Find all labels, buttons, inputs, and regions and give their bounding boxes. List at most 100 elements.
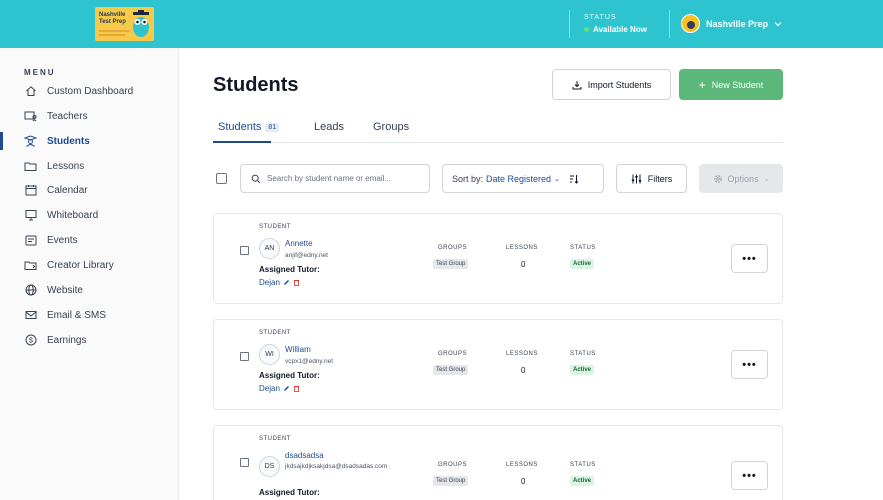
- lessons-column-label: LESSONS: [506, 462, 538, 468]
- ellipsis-icon: •••: [742, 469, 757, 482]
- tab-label: Groups: [373, 121, 410, 133]
- download-icon: [572, 80, 582, 89]
- sidebar-item-events[interactable]: Events: [0, 229, 178, 251]
- sidebar-item-label: Website: [47, 284, 83, 296]
- tab-count-badge: 81: [265, 123, 280, 132]
- sidebar-item-label: Whiteboard: [47, 209, 99, 221]
- sliders-icon: [631, 174, 641, 183]
- select-all-checkbox[interactable]: [216, 173, 227, 184]
- import-students-button[interactable]: Import Students: [552, 69, 671, 100]
- more-actions-button[interactable]: •••: [731, 244, 768, 273]
- status-column-label: STATUS: [570, 245, 596, 251]
- tabs-bar: Students 81 Leads Groups: [213, 116, 783, 143]
- assigned-tutor-label: Assigned Tutor:: [259, 371, 320, 380]
- library-icon: [24, 259, 37, 272]
- trash-icon[interactable]: [293, 279, 300, 286]
- pencil-icon[interactable]: [283, 385, 290, 392]
- options-label: Options: [727, 173, 759, 184]
- group-badge: Test Group: [433, 476, 469, 486]
- sidebar-item-label: Students: [47, 135, 90, 147]
- lessons-column-label: LESSONS: [506, 245, 538, 251]
- sidebar-item-calendar[interactable]: Calendar: [0, 179, 178, 201]
- tutor-name-link[interactable]: Dejan: [259, 384, 280, 393]
- sidebar-item-label: Email & SMS: [47, 309, 106, 321]
- options-button[interactable]: Options ⌄: [699, 164, 783, 193]
- sidebar-item-label: Earnings: [47, 334, 87, 346]
- status-badge: Active: [570, 259, 595, 269]
- student-email: vcpx1@edny.net: [285, 358, 334, 365]
- sidebar-item-whiteboard[interactable]: Whiteboard: [0, 204, 178, 226]
- sidebar: MENU Custom Dashboard Teachers Students …: [0, 48, 179, 500]
- filters-label: Filters: [647, 173, 673, 184]
- dollar-icon: $: [24, 334, 37, 347]
- new-student-label: New Student: [711, 79, 764, 90]
- row-checkbox[interactable]: [240, 246, 249, 255]
- assigned-tutor: Dejan: [259, 384, 300, 393]
- sidebar-item-email-sms[interactable]: Email & SMS: [0, 304, 178, 326]
- sort-label: Sort by:: [452, 173, 484, 184]
- tab-leads[interactable]: Leads: [314, 121, 344, 133]
- search-input[interactable]: [267, 174, 417, 183]
- logo[interactable]: Nashville Test Prep: [95, 7, 154, 41]
- sort-direction-icon[interactable]: [569, 174, 579, 184]
- whiteboard-icon: [24, 209, 37, 222]
- student-column-label: STUDENT: [259, 330, 291, 336]
- tutor-name-link[interactable]: Dejan: [259, 278, 280, 287]
- row-checkbox[interactable]: [240, 458, 249, 467]
- sidebar-item-creator-library[interactable]: Creator Library: [0, 254, 178, 276]
- sidebar-item-label: Events: [47, 234, 78, 246]
- owl-mascot-icon: [133, 10, 149, 37]
- sort-dropdown[interactable]: Sort by: Date Registered ⌄: [442, 164, 604, 193]
- status-text: Available Now: [593, 25, 647, 34]
- sidebar-item-lessons[interactable]: Lessons: [0, 155, 178, 177]
- students-icon: [24, 135, 37, 148]
- avatar: AN: [259, 238, 280, 259]
- student-email: jkdsajkdjksakjdsa@dsadsadas.com: [285, 463, 388, 470]
- group-badge: Test Group: [433, 365, 469, 375]
- sidebar-item-teachers[interactable]: Teachers: [0, 105, 178, 127]
- search-box[interactable]: [240, 164, 430, 193]
- pencil-icon[interactable]: [283, 279, 290, 286]
- student-name-link[interactable]: Annette: [285, 239, 313, 248]
- header-divider: [669, 10, 670, 38]
- search-icon: [251, 174, 261, 183]
- home-icon: [24, 85, 37, 98]
- folder-icon: [24, 160, 37, 173]
- gear-icon: [713, 174, 722, 183]
- lessons-column-label: LESSONS: [506, 351, 538, 357]
- tab-groups[interactable]: Groups: [373, 121, 409, 133]
- row-checkbox[interactable]: [240, 352, 249, 361]
- sidebar-item-custom-dashboard[interactable]: Custom Dashboard: [0, 80, 178, 102]
- student-card: STUDENT AN Annette anjif@edny.net Assign…: [213, 213, 783, 304]
- assigned-tutor-label: Assigned Tutor:: [259, 488, 320, 497]
- status-dot-icon: [584, 27, 589, 32]
- status-value[interactable]: Available Now: [584, 25, 647, 34]
- student-name-link[interactable]: dsadsadsa: [285, 451, 324, 460]
- more-actions-button[interactable]: •••: [731, 461, 768, 490]
- org-switcher[interactable]: Nashville Prep: [681, 14, 782, 33]
- import-students-label: Import Students: [587, 79, 652, 90]
- tab-label: Leads: [314, 121, 344, 133]
- sidebar-item-label: Teachers: [47, 110, 88, 122]
- sort-value: Date Registered: [486, 173, 552, 184]
- tab-students[interactable]: Students 81: [218, 121, 280, 133]
- student-name-link[interactable]: William: [285, 345, 311, 354]
- sidebar-item-earnings[interactable]: $ Earnings: [0, 329, 178, 351]
- new-student-button[interactable]: + New Student: [679, 69, 783, 100]
- status-label: STATUS: [584, 14, 617, 21]
- student-column-label: STUDENT: [259, 436, 291, 442]
- trash-icon[interactable]: [293, 385, 300, 392]
- status-column-label: STATUS: [570, 462, 596, 468]
- more-actions-button[interactable]: •••: [731, 350, 768, 379]
- ellipsis-icon: •••: [742, 358, 757, 371]
- sidebar-item-website[interactable]: Website: [0, 279, 178, 301]
- sidebar-item-label: Calendar: [47, 184, 88, 196]
- logo-line: [99, 34, 125, 36]
- chevron-down-icon: ⌄: [554, 175, 560, 183]
- org-name: Nashville Prep: [706, 18, 769, 29]
- sidebar-item-students[interactable]: Students: [0, 130, 178, 152]
- globe-icon: [24, 284, 37, 297]
- groups-column-label: GROUPS: [438, 245, 468, 251]
- filters-button[interactable]: Filters: [616, 164, 687, 193]
- page-title: Students: [213, 74, 299, 96]
